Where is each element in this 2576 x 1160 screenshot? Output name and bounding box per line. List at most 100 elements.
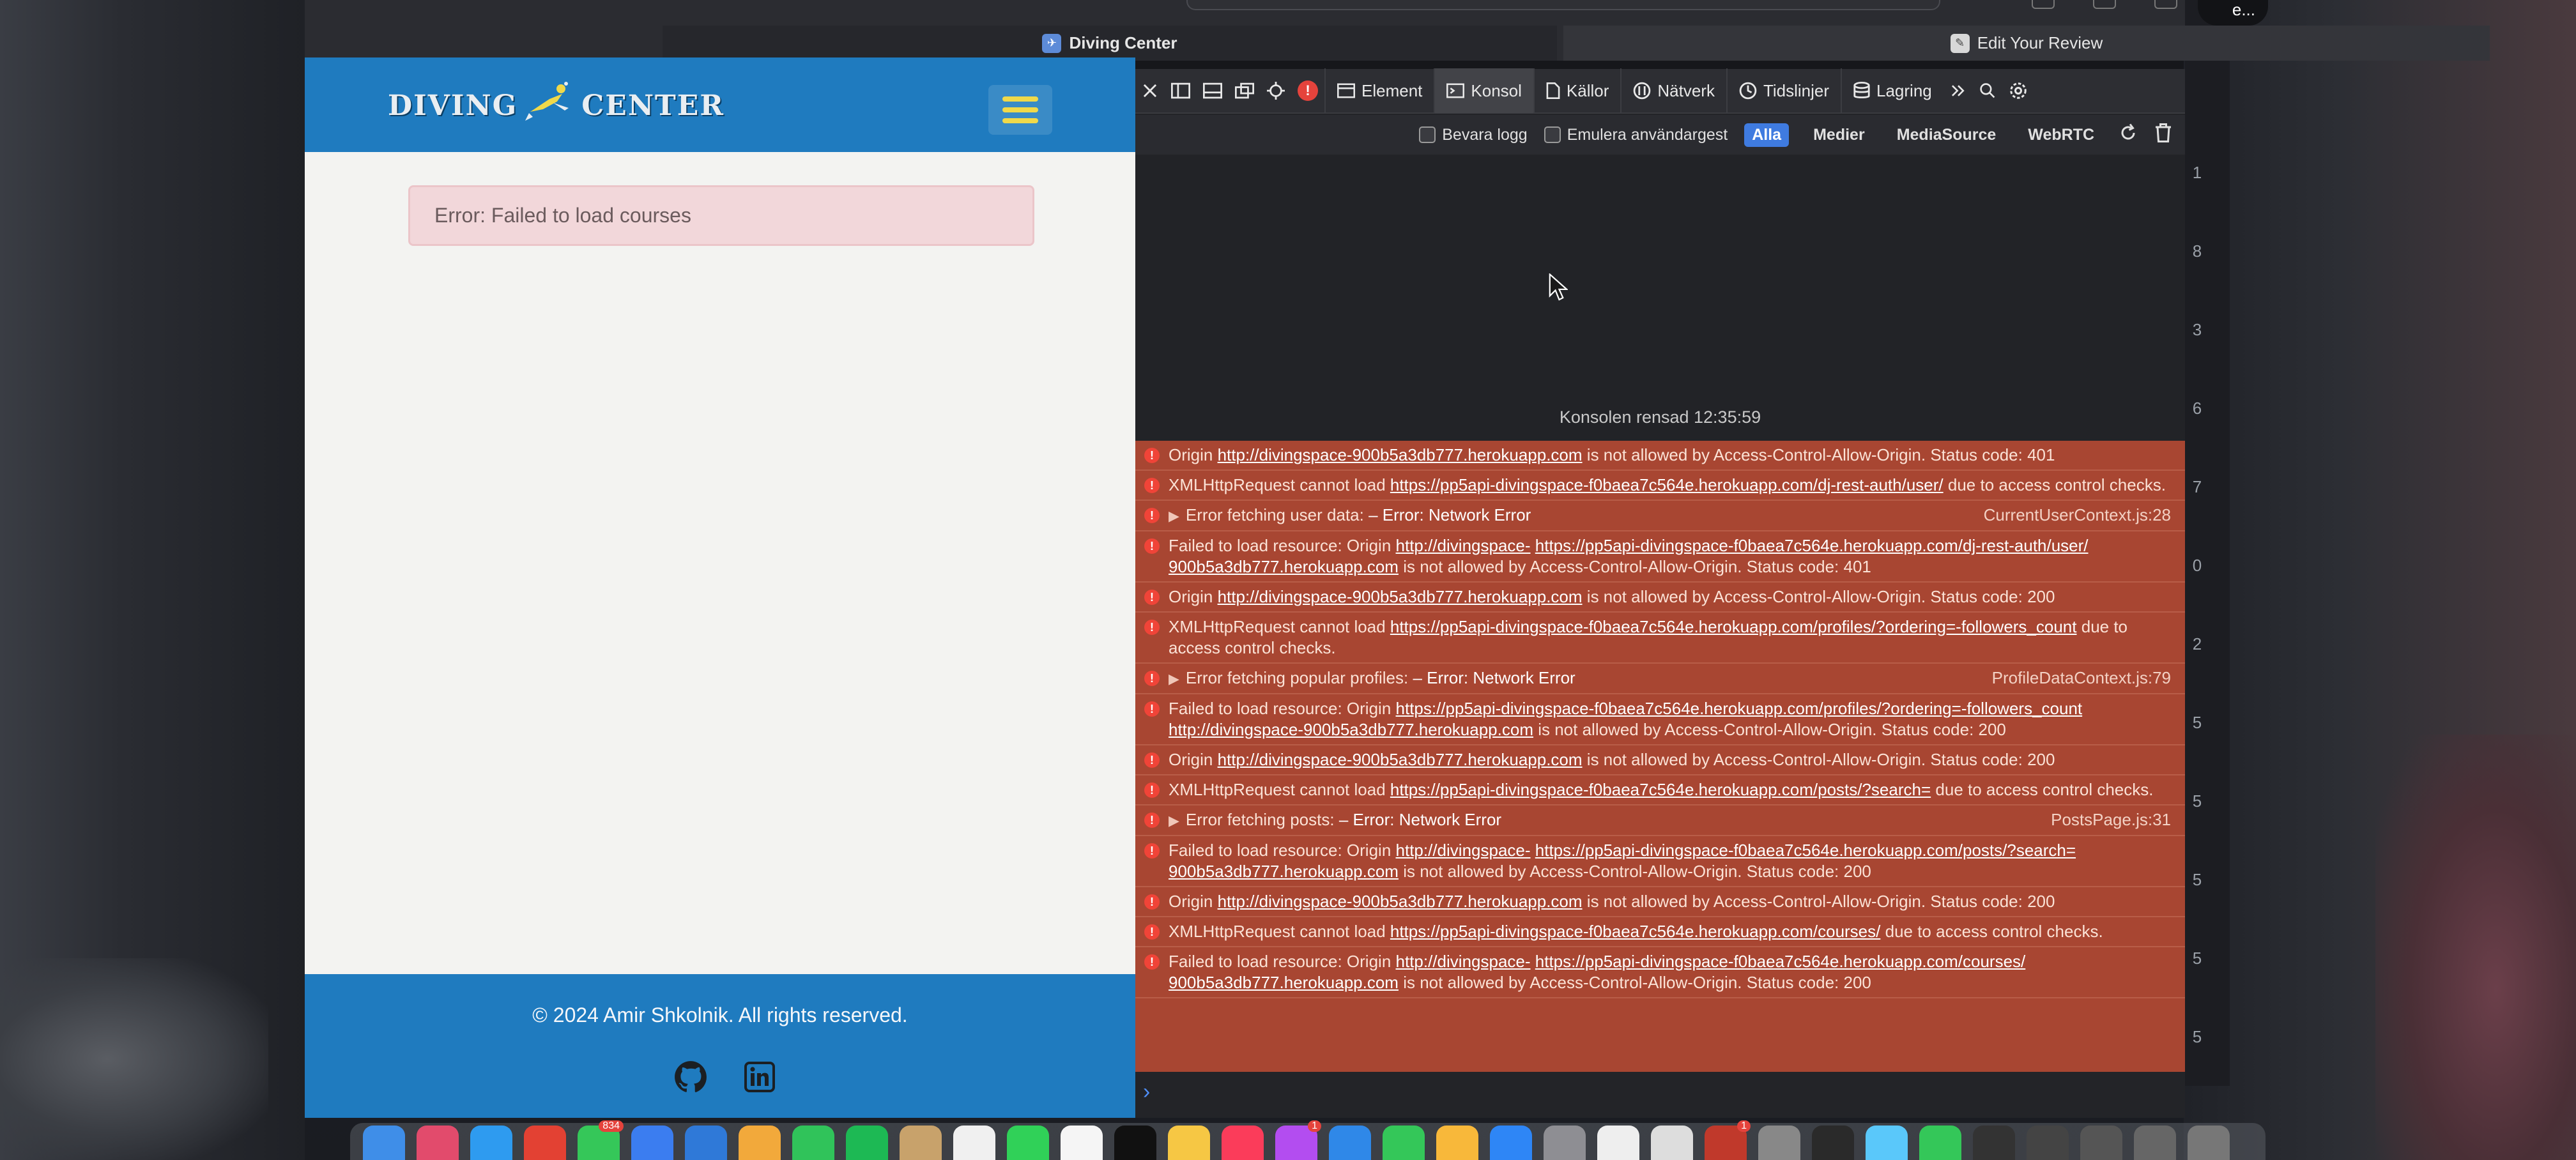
dock-app-icon[interactable]: [1490, 1126, 1532, 1160]
url-link[interactable]: https://pp5api-divingspace-f0baea7c564e.…: [1390, 780, 1931, 799]
source-location-link[interactable]: PostsPage.js:31: [2051, 809, 2171, 831]
url-link[interactable]: https://pp5api-divingspace-f0baea7c564e.…: [1390, 617, 2077, 636]
checkbox-box[interactable]: [1419, 126, 1436, 143]
disclosure-triangle-icon[interactable]: ▶: [1169, 671, 1179, 687]
tab-kallor[interactable]: Källor: [1533, 68, 1620, 113]
more-tabs-icon[interactable]: [1943, 68, 1973, 113]
source-location-link[interactable]: CurrentUserContext.js:28: [1984, 505, 2171, 526]
url-link[interactable]: 900b5a3db777.herokuapp.com: [1169, 557, 1399, 576]
filter-mediasource-button[interactable]: MediaSource: [1889, 123, 2004, 147]
dock-app-icon[interactable]: 834: [578, 1120, 624, 1160]
dock-app-icon[interactable]: [739, 1126, 781, 1160]
new-tab-icon[interactable]: [2093, 0, 2116, 9]
dock-bottom-icon[interactable]: [1197, 68, 1229, 113]
dock-app-icon[interactable]: [1758, 1126, 1800, 1160]
filter-all-button[interactable]: Alla: [1744, 123, 1790, 147]
dock-app-icon[interactable]: [2027, 1126, 2069, 1160]
dock-app-icon[interactable]: [953, 1126, 995, 1160]
error-count-icon[interactable]: !: [1291, 68, 1324, 113]
tab-natverk[interactable]: Nätverk: [1620, 68, 1726, 113]
console-input-prompt[interactable]: ›: [1135, 1073, 2185, 1118]
dock-app-icon[interactable]: [900, 1126, 942, 1160]
console-error-group[interactable]: ! ▶ Error fetching popular profiles: – Err…: [1135, 664, 2185, 694]
url-link[interactable]: https://pp5api-divingspace-f0baea7c564e.…: [1390, 922, 1881, 941]
dock-app-icon[interactable]: [1973, 1126, 2015, 1160]
url-link[interactable]: 900b5a3db777.herokuapp.com: [1169, 973, 1399, 992]
dock-app-icon[interactable]: [1061, 1126, 1103, 1160]
dock-app-icon[interactable]: [685, 1126, 727, 1160]
dock-app-icon[interactable]: [1544, 1126, 1586, 1160]
dock-app-icon[interactable]: [363, 1126, 405, 1160]
dock-app-icon[interactable]: [846, 1126, 888, 1160]
url-link[interactable]: http://divingspace-900b5a3db777.herokuap…: [1218, 750, 1583, 769]
tab-diving-center[interactable]: ✈ Diving Center: [663, 26, 1557, 61]
tab-edit-your-review[interactable]: ✎ Edit Your Review: [1563, 26, 2490, 61]
dock-app-icon[interactable]: [1866, 1126, 1908, 1160]
dock-app-icon[interactable]: [470, 1126, 512, 1160]
emulate-gesture-checkbox[interactable]: Emulera användargest: [1544, 126, 1728, 144]
search-icon[interactable]: [1973, 68, 2002, 113]
dock-app-icon[interactable]: [1651, 1126, 1693, 1160]
github-icon[interactable]: [671, 1057, 710, 1097]
url-link[interactable]: https://pp5api-divingspace-f0baea7c564e.…: [1396, 699, 2083, 718]
tab-tidslinjer[interactable]: Tidslinjer: [1726, 68, 1841, 113]
dock-app-icon[interactable]: [1222, 1126, 1264, 1160]
console-error-group[interactable]: ! ▶ Error fetching posts: – Error: Network…: [1135, 805, 2185, 836]
dock-app-icon[interactable]: [1597, 1126, 1639, 1160]
console-error-group[interactable]: ! ▶ Error fetching user data: – Error: Net…: [1135, 501, 2185, 531]
url-link[interactable]: https://pp5api-divingspace-f0baea7c564e.…: [1535, 536, 2089, 555]
disclosure-triangle-icon[interactable]: ▶: [1169, 508, 1179, 524]
detach-window-icon[interactable]: [1229, 68, 1261, 113]
dock-app-icon[interactable]: [792, 1126, 834, 1160]
filter-webrtc-button[interactable]: WebRTC: [2020, 123, 2102, 147]
disclosure-triangle-icon[interactable]: ▶: [1169, 813, 1179, 828]
tab-lagring[interactable]: Lagring: [1841, 68, 1943, 113]
address-bar[interactable]: [1186, 0, 1940, 10]
close-icon[interactable]: [1135, 68, 1165, 113]
dock-app-icon[interactable]: [1919, 1126, 1961, 1160]
share-icon[interactable]: [2032, 0, 2055, 9]
url-link[interactable]: http://divingspace-: [1396, 952, 1531, 971]
dock-left-icon[interactable]: [1165, 68, 1197, 113]
linkedin-icon[interactable]: [740, 1057, 779, 1097]
url-link[interactable]: http://divingspace-900b5a3db777.herokuap…: [1169, 720, 1533, 739]
dock-app-icon[interactable]: [1436, 1126, 1478, 1160]
dock-app-icon[interactable]: [1812, 1126, 1854, 1160]
dock-app-icon[interactable]: 1: [1705, 1120, 1751, 1160]
reload-icon[interactable]: [2119, 123, 2138, 147]
url-link[interactable]: https://pp5api-divingspace-f0baea7c564e.…: [1535, 841, 2076, 860]
filter-media-button[interactable]: Medier: [1805, 123, 1873, 147]
dock-app-icon[interactable]: [1114, 1126, 1156, 1160]
dock-app-icon[interactable]: [1007, 1126, 1049, 1160]
preserve-log-checkbox[interactable]: Bevara logg: [1419, 126, 1528, 144]
url-link[interactable]: http://divingspace-: [1396, 841, 1531, 860]
source-location-link[interactable]: ProfileDataContext.js:79: [1992, 668, 2171, 689]
url-link[interactable]: 900b5a3db777.herokuapp.com: [1169, 862, 1399, 881]
url-link[interactable]: http://divingspace-: [1396, 536, 1531, 555]
url-link[interactable]: http://divingspace-900b5a3db777.herokuap…: [1218, 587, 1583, 606]
site-logo[interactable]: DIVING CENTER: [388, 77, 724, 134]
tab-element[interactable]: Element: [1324, 68, 1434, 113]
dock-app-icon[interactable]: 1: [1275, 1120, 1321, 1160]
dock-app-icon[interactable]: [1383, 1126, 1425, 1160]
hamburger-menu-button[interactable]: [988, 85, 1052, 135]
tab-overview-icon[interactable]: [2154, 0, 2177, 9]
console-tab-icon: [1446, 83, 1465, 98]
dock-app-icon[interactable]: [524, 1126, 566, 1160]
dock-app-icon[interactable]: [1168, 1126, 1210, 1160]
dock-app-icon[interactable]: [2188, 1126, 2230, 1160]
element-picker-icon[interactable]: [1261, 68, 1291, 113]
dock-app-icon[interactable]: [417, 1126, 459, 1160]
settings-gear-icon[interactable]: [2002, 68, 2034, 113]
url-link[interactable]: https://pp5api-divingspace-f0baea7c564e.…: [1390, 475, 1943, 494]
dock-app-icon[interactable]: [2080, 1126, 2122, 1160]
tab-konsol[interactable]: Konsol: [1434, 68, 1533, 113]
checkbox-box[interactable]: [1544, 126, 1561, 143]
dock-app-icon[interactable]: [1329, 1126, 1371, 1160]
dock-app-icon[interactable]: [631, 1126, 673, 1160]
url-link[interactable]: http://divingspace-900b5a3db777.herokuap…: [1218, 445, 1583, 464]
url-link[interactable]: https://pp5api-divingspace-f0baea7c564e.…: [1535, 952, 2026, 971]
clear-console-trash-icon[interactable]: [2154, 123, 2172, 147]
url-link[interactable]: http://divingspace-900b5a3db777.herokuap…: [1218, 892, 1583, 911]
dock-app-icon[interactable]: [2134, 1126, 2176, 1160]
